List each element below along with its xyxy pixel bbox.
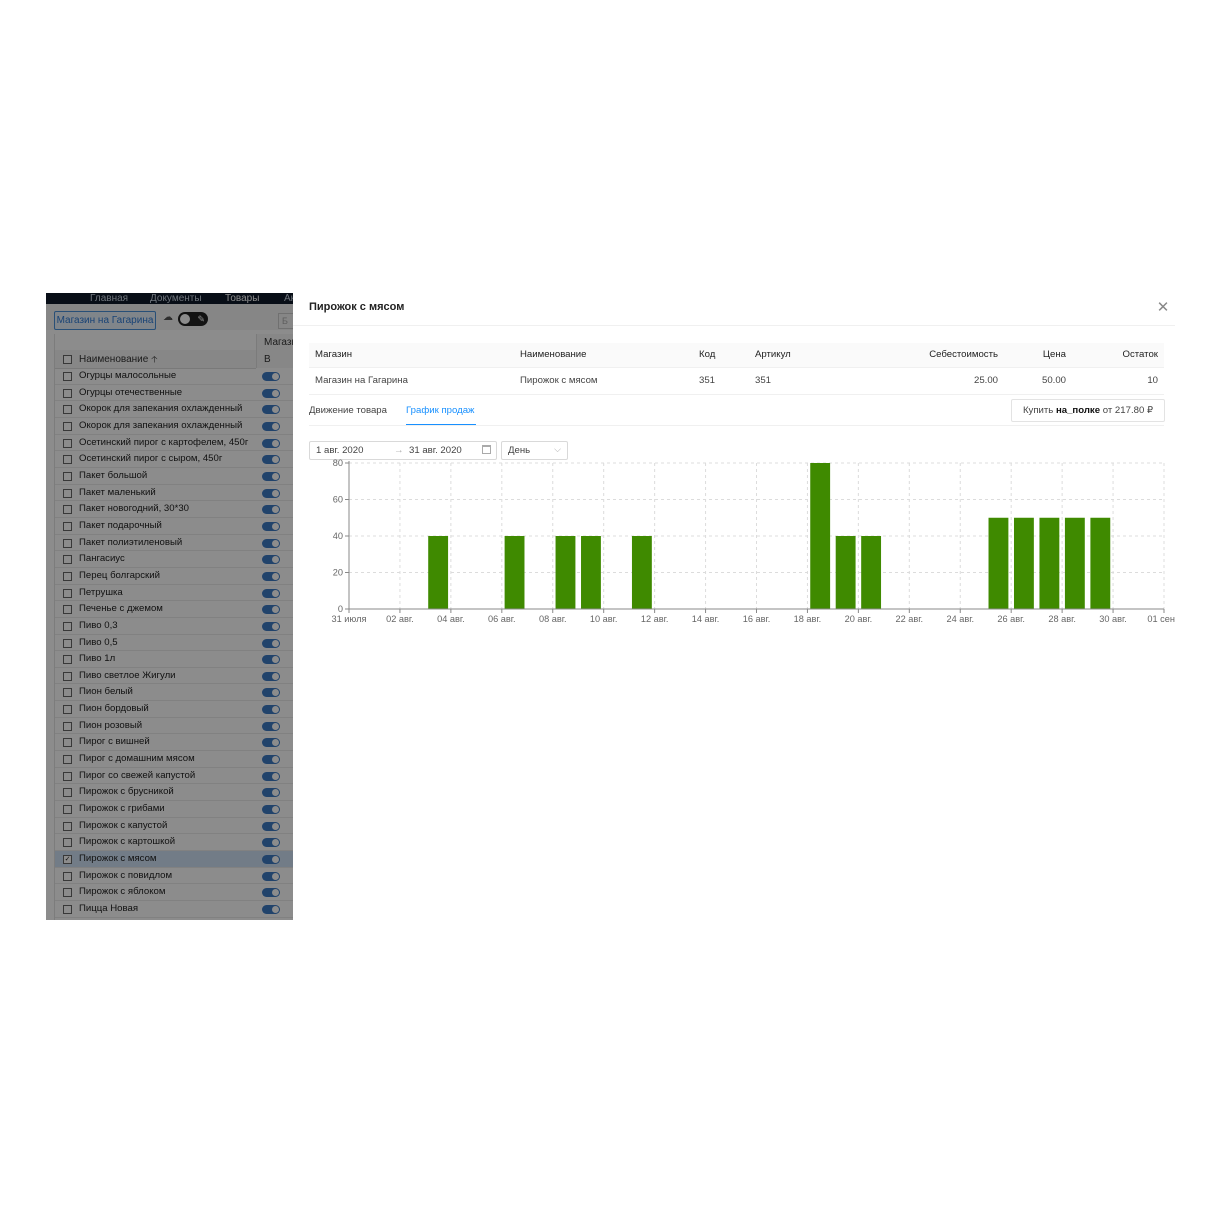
header-article: Артикул [755, 349, 791, 360]
chart-bar [835, 536, 856, 609]
buy-button[interactable]: Купить на_полке от 217.80 ₽ [1011, 399, 1165, 422]
y-tick-label: 20 [333, 568, 343, 578]
x-tick-label: 30 авг. [1099, 614, 1127, 624]
buy-prefix: Купить [1022, 405, 1054, 416]
x-tick-label: 31 июля [332, 614, 367, 624]
chart-x-labels: 31 июля 02 авг. 04 авг. 06 авг. 08 авг. 10 ав… [332, 614, 1175, 624]
product-modal: Пирожок с мясом ✕ Магазин Наименование К… [293, 293, 1175, 920]
x-tick-label: 02 авг. [386, 614, 414, 624]
chart-bar [1013, 517, 1034, 609]
x-tick-label: 01 сент. [1147, 614, 1175, 624]
x-tick-label: 12 авг. [641, 614, 669, 624]
info-table-header: Магазин Наименование Код Артикул Себесто… [309, 343, 1164, 368]
y-tick-label: 0 [338, 604, 343, 614]
chart-bar [555, 536, 576, 609]
y-tick-label: 80 [333, 458, 343, 468]
chart-bar [581, 536, 601, 609]
buy-brand: на_полке [1055, 405, 1101, 416]
x-tick-label: 10 авг. [590, 614, 618, 624]
chart-bar [861, 536, 882, 609]
modal-title: Пирожок с мясом [309, 301, 405, 313]
chart-bar [1039, 517, 1060, 609]
x-tick-label: 26 авг. [997, 614, 1025, 624]
cell-rest: 10 [1147, 375, 1158, 386]
x-tick-label: 24 авг. [946, 614, 974, 624]
x-tick-label: 14 авг. [692, 614, 720, 624]
cell-cost: 25.00 [973, 375, 998, 386]
cell-store: Магазин на Гагарина [315, 375, 408, 386]
chart-bar [631, 536, 652, 609]
y-tick-label: 40 [333, 531, 343, 541]
x-tick-label: 16 авг. [743, 614, 771, 624]
sales-chart: 0 20 40 60 80 31 июля 02 авг. 04 авг. 06 авг. 08… [332, 458, 1175, 624]
buy-price: от 217.80 ₽ [1102, 405, 1154, 416]
chart-bar [428, 536, 449, 609]
header-name: Наименование [520, 349, 587, 360]
x-tick-label: 20 авг. [845, 614, 873, 624]
header-store: Магазин [315, 349, 353, 360]
divider [293, 325, 1175, 326]
x-tick-label: 04 авг. [437, 614, 465, 624]
table-row: Магазин на Гагарина Пирожок с мясом 351 … [309, 368, 1164, 395]
chart-bar [504, 536, 525, 609]
background-app: Главная Документы Товары Ак Магазин на Г… [46, 293, 293, 920]
header-code: Код [699, 349, 716, 360]
cell-price: 50.00 [1041, 375, 1066, 386]
x-tick-label: 22 авг. [896, 614, 924, 624]
chart-bar [988, 517, 1009, 609]
cell-code: 351 [699, 375, 716, 386]
chart-y-labels: 0 20 40 60 80 [333, 458, 343, 614]
cell-article: 351 [755, 375, 772, 386]
close-icon[interactable]: ✕ [1156, 300, 1170, 315]
cell-name: Пирожок с мясом [520, 375, 598, 386]
chart-bar [1090, 517, 1111, 609]
x-tick-label: 06 авг. [488, 614, 516, 624]
modal-backdrop[interactable] [46, 293, 293, 920]
chart-bar [1064, 517, 1085, 609]
tabs: Движение товара График продаж [309, 400, 1009, 426]
y-tick-label: 60 [333, 495, 343, 505]
tab-sales-chart[interactable]: График продаж [406, 405, 474, 416]
header-cost: Себестоимость [929, 349, 998, 360]
x-tick-label: 08 авг. [539, 614, 567, 624]
tab-stock-movement[interactable]: Движение товара [309, 405, 387, 416]
chart-bar [810, 463, 831, 609]
x-tick-label: 28 авг. [1048, 614, 1076, 624]
header-price: Цена [1042, 349, 1066, 360]
x-tick-label: 18 авг. [794, 614, 822, 624]
divider [309, 425, 1164, 426]
header-rest: Остаток [1122, 349, 1159, 360]
